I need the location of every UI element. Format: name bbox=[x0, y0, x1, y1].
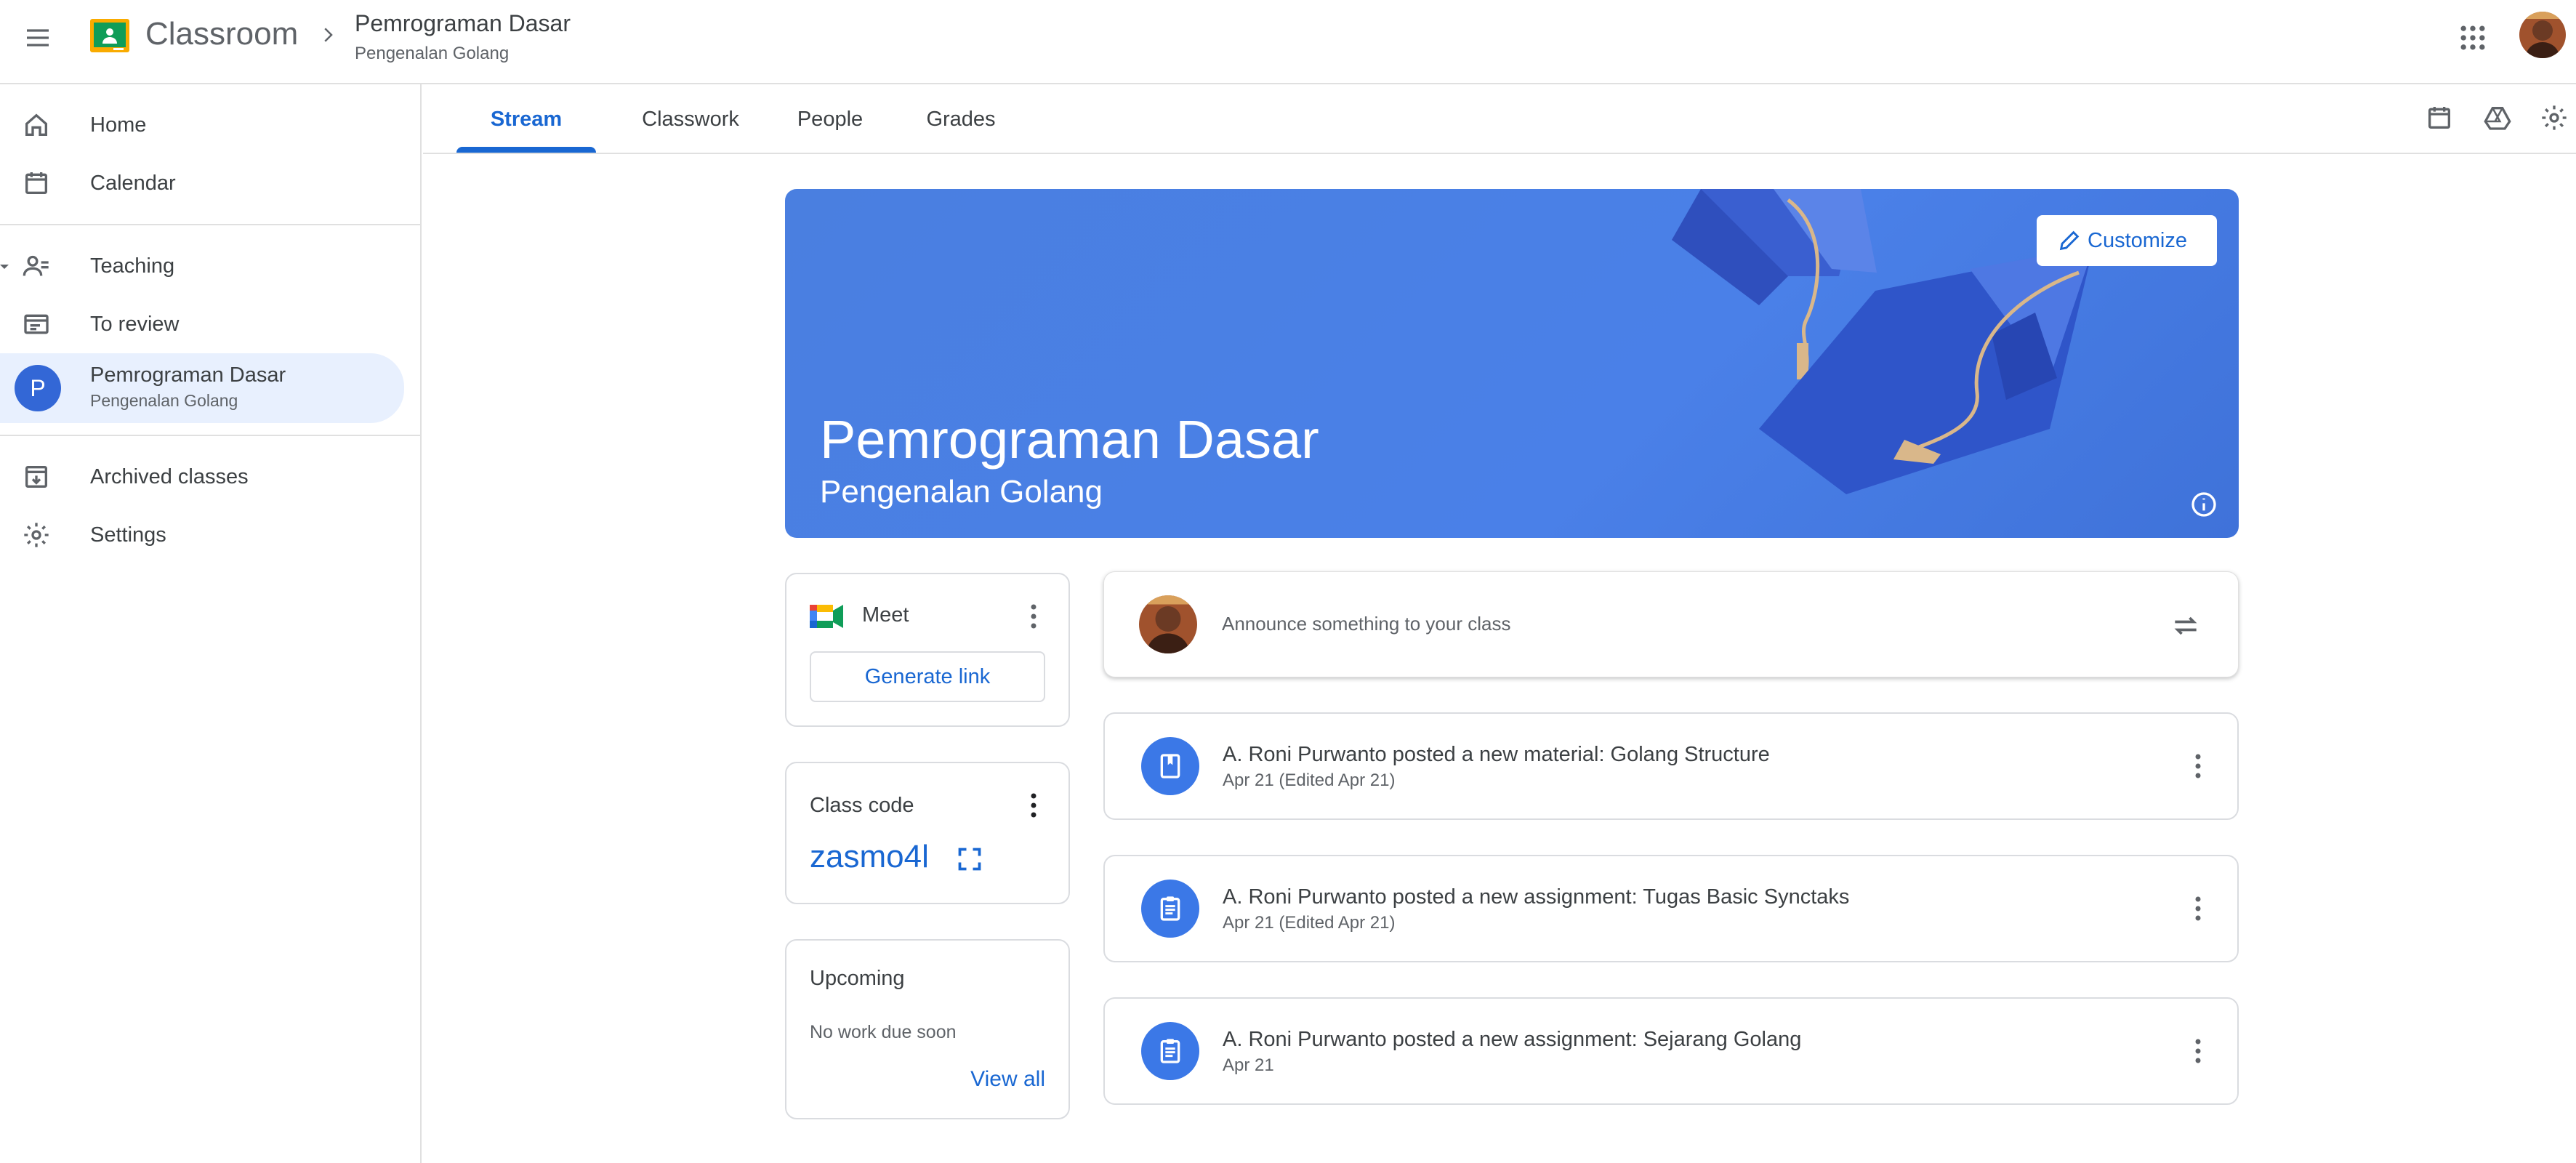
tab-people[interactable]: People bbox=[772, 84, 888, 154]
sidebar: Home Calendar Teaching To review P Pemro… bbox=[0, 84, 422, 1163]
banner-subtitle: Pengenalan Golang bbox=[820, 474, 1103, 510]
post-title: A. Roni Purwanto posted a new assignment… bbox=[1223, 1028, 1802, 1051]
more-options-icon[interactable] bbox=[2183, 1031, 2213, 1071]
class-code-label: Class code bbox=[810, 794, 914, 817]
app-title[interactable]: Classroom bbox=[145, 16, 298, 52]
upcoming-empty-text: No work due soon bbox=[810, 1022, 957, 1042]
class-tabs: Stream Classwork People Grades bbox=[423, 84, 2576, 154]
breadcrumb-class-title[interactable]: Pemrograman Dasar bbox=[355, 10, 571, 37]
upcoming-label: Upcoming bbox=[810, 967, 905, 990]
user-avatar bbox=[1139, 595, 1197, 653]
sidebar-item-settings[interactable]: Settings bbox=[0, 502, 404, 568]
class-banner: Pemrograman Dasar Pengenalan Golang Cust… bbox=[785, 189, 2239, 538]
sidebar-item-to-review[interactable]: To review bbox=[0, 291, 404, 358]
post-date: Apr 21 (Edited Apr 21) bbox=[1223, 913, 1396, 933]
teaching-icon bbox=[19, 249, 54, 283]
sidebar-item-archived[interactable]: Archived classes bbox=[0, 443, 404, 510]
repost-icon[interactable] bbox=[2170, 610, 2202, 642]
sidebar-item-home[interactable]: Home bbox=[0, 92, 404, 158]
gear-icon bbox=[19, 518, 54, 552]
home-icon bbox=[19, 108, 54, 142]
account-avatar[interactable] bbox=[2519, 12, 2566, 58]
review-icon bbox=[19, 307, 54, 342]
calendar-icon bbox=[19, 166, 54, 201]
more-options-icon[interactable] bbox=[2183, 746, 2213, 786]
archive-icon bbox=[19, 459, 54, 494]
material-icon bbox=[1141, 737, 1199, 795]
sidebar-item-sublabel: Pengenalan Golang bbox=[90, 391, 238, 410]
fullscreen-icon[interactable] bbox=[957, 846, 983, 872]
sidebar-item-calendar[interactable]: Calendar bbox=[0, 150, 404, 217]
stream-post[interactable]: A. Roni Purwanto posted a new material: … bbox=[1103, 712, 2239, 820]
view-all-link[interactable]: View all bbox=[970, 1067, 1045, 1092]
info-icon[interactable] bbox=[2189, 490, 2218, 519]
sidebar-item-label: Teaching bbox=[90, 254, 175, 278]
tab-classwork[interactable]: Classwork bbox=[619, 84, 762, 154]
assignment-icon bbox=[1141, 880, 1199, 938]
drive-icon[interactable] bbox=[2483, 103, 2512, 132]
sidebar-divider bbox=[0, 224, 422, 225]
sidebar-item-label: Home bbox=[90, 113, 147, 137]
main-menu-icon[interactable] bbox=[17, 17, 58, 58]
class-code-card: Class code zasmo4l bbox=[785, 762, 1070, 904]
sidebar-item-teaching[interactable]: Teaching bbox=[0, 233, 404, 299]
class-avatar: P bbox=[15, 365, 61, 411]
generate-link-button[interactable]: Generate link bbox=[810, 651, 1045, 702]
post-title: A. Roni Purwanto posted a new material: … bbox=[1223, 743, 1770, 766]
meet-logo-icon bbox=[810, 602, 845, 631]
top-bar: Classroom Pemrograman Dasar Pengenalan G… bbox=[0, 0, 2576, 84]
announce-box[interactable]: Announce something to your class bbox=[1103, 571, 2239, 677]
google-apps-icon[interactable] bbox=[2457, 22, 2489, 54]
more-options-icon[interactable] bbox=[1019, 785, 1048, 826]
banner-title: Pemrograman Dasar bbox=[820, 409, 1319, 470]
sidebar-item-label: Archived classes bbox=[90, 464, 249, 488]
tab-stream[interactable]: Stream bbox=[456, 84, 596, 154]
meet-card: Meet Generate link bbox=[785, 573, 1070, 727]
sidebar-item-label: To review bbox=[90, 312, 180, 336]
active-tab-indicator bbox=[456, 147, 596, 153]
announce-placeholder[interactable]: Announce something to your class bbox=[1222, 613, 1510, 635]
sidebar-item-label: Settings bbox=[90, 523, 166, 547]
classroom-logo-icon[interactable] bbox=[90, 19, 129, 52]
stream-post[interactable]: A. Roni Purwanto posted a new assignment… bbox=[1103, 855, 2239, 962]
sidebar-divider bbox=[0, 435, 422, 436]
chevron-right-icon bbox=[317, 22, 339, 48]
breadcrumb-class-subtitle: Pengenalan Golang bbox=[355, 44, 510, 63]
class-code-value[interactable]: zasmo4l bbox=[810, 839, 929, 875]
post-title: A. Roni Purwanto posted a new assignment… bbox=[1223, 885, 1850, 909]
post-date: Apr 21 (Edited Apr 21) bbox=[1223, 770, 1396, 790]
post-date: Apr 21 bbox=[1223, 1055, 1274, 1075]
stream-post[interactable]: A. Roni Purwanto posted a new assignment… bbox=[1103, 997, 2239, 1105]
upcoming-card: Upcoming No work due soon View all bbox=[785, 939, 1070, 1119]
sidebar-item-class[interactable]: P Pemrograman Dasar Pengenalan Golang bbox=[0, 353, 404, 423]
assignment-icon bbox=[1141, 1022, 1199, 1080]
more-options-icon[interactable] bbox=[1019, 596, 1048, 637]
more-options-icon[interactable] bbox=[2183, 888, 2213, 929]
calendar-icon[interactable] bbox=[2425, 103, 2454, 132]
sidebar-item-label: Pemrograman Dasar bbox=[90, 363, 286, 387]
pencil-icon bbox=[2059, 230, 2080, 251]
meet-label: Meet bbox=[862, 603, 909, 627]
gear-icon[interactable] bbox=[2540, 103, 2569, 132]
tab-grades[interactable]: Grades bbox=[900, 84, 1022, 154]
customize-button[interactable]: Customize bbox=[2037, 215, 2217, 266]
sidebar-item-label: Calendar bbox=[90, 171, 176, 195]
customize-label: Customize bbox=[2088, 228, 2187, 252]
